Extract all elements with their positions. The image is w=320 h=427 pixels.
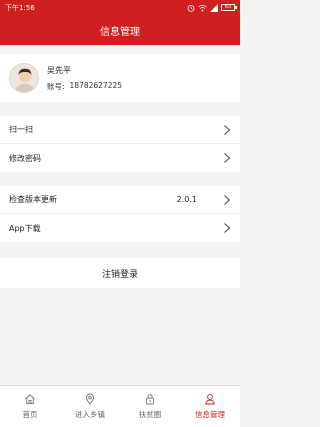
signal-icon (210, 3, 218, 12)
status-bar: 下午1:56 63 (0, 0, 240, 15)
bottom-tab-bar: 首页 进入乡镇 扶贫圈 信息管理 (0, 385, 240, 427)
status-icons: 63 (187, 3, 237, 12)
account-label: 账号: (47, 81, 65, 91)
logout-label: 注销登录 (101, 269, 138, 280)
chevron-right-icon (224, 153, 231, 163)
tab-poverty-circle[interactable]: 扶贫圈 (120, 386, 180, 427)
battery-level: 63 (224, 4, 232, 10)
tab-info-management[interactable]: 信息管理 (180, 386, 240, 427)
user-icon (205, 394, 215, 405)
avatar-image (10, 64, 38, 92)
page-title: 信息管理 (100, 26, 140, 38)
menu-item-label: 修改密码 (9, 153, 41, 163)
chevron-right-icon (224, 124, 231, 135)
tab-label: 信息管理 (195, 410, 225, 419)
tab-home[interactable]: 首页 (0, 386, 60, 427)
menu-item-label: 检查版本更新 (9, 195, 57, 204)
wifi-icon (198, 4, 207, 11)
menu-item-scan[interactable]: 扫一扫 (0, 116, 240, 144)
chevron-right-icon (224, 194, 231, 205)
profile-name: 吴先平 (47, 65, 71, 75)
account-number: 18782627225 (69, 80, 123, 90)
profile-account: 账号: 18782627225 (47, 81, 122, 92)
menu-item-change-password[interactable]: 修改密码 (0, 144, 240, 172)
tab-label: 进入乡镇 (75, 410, 105, 419)
profile-info: 吴先平 账号: 18782627225 (47, 65, 122, 92)
tab-enter-town[interactable]: 进入乡镇 (60, 386, 120, 427)
lock-icon (146, 394, 154, 405)
menu-item-label: 扫一扫 (9, 125, 33, 134)
menu-item-check-update[interactable]: 检查版本更新 2.0.1 (0, 186, 240, 214)
menu-item-right: 2.0.1 (176, 194, 231, 205)
menu-item-label: App下载 (9, 223, 41, 233)
tab-label: 扶贫圈 (138, 410, 162, 419)
home-icon (25, 394, 35, 404)
logout-button[interactable]: 注销登录 (0, 258, 240, 288)
profile-card: 吴先平 账号: 18782627225 (0, 54, 240, 102)
menu-item-app-download[interactable]: App下载 (0, 214, 240, 242)
tab-label: 首页 (22, 410, 38, 419)
avatar (9, 63, 39, 93)
location-pin-icon (86, 393, 94, 405)
menu-group-tools: 扫一扫 修改密码 (0, 116, 240, 172)
battery-icon: 63 (221, 4, 237, 11)
menu-group-app: 检查版本更新 2.0.1 App下载 (0, 186, 240, 242)
version-value: 2.0.1 (176, 195, 197, 204)
app-header: 信息管理 (0, 15, 240, 45)
alarm-icon (187, 4, 195, 12)
status-time: 下午1:56 (5, 3, 35, 12)
chevron-right-icon (224, 223, 231, 233)
